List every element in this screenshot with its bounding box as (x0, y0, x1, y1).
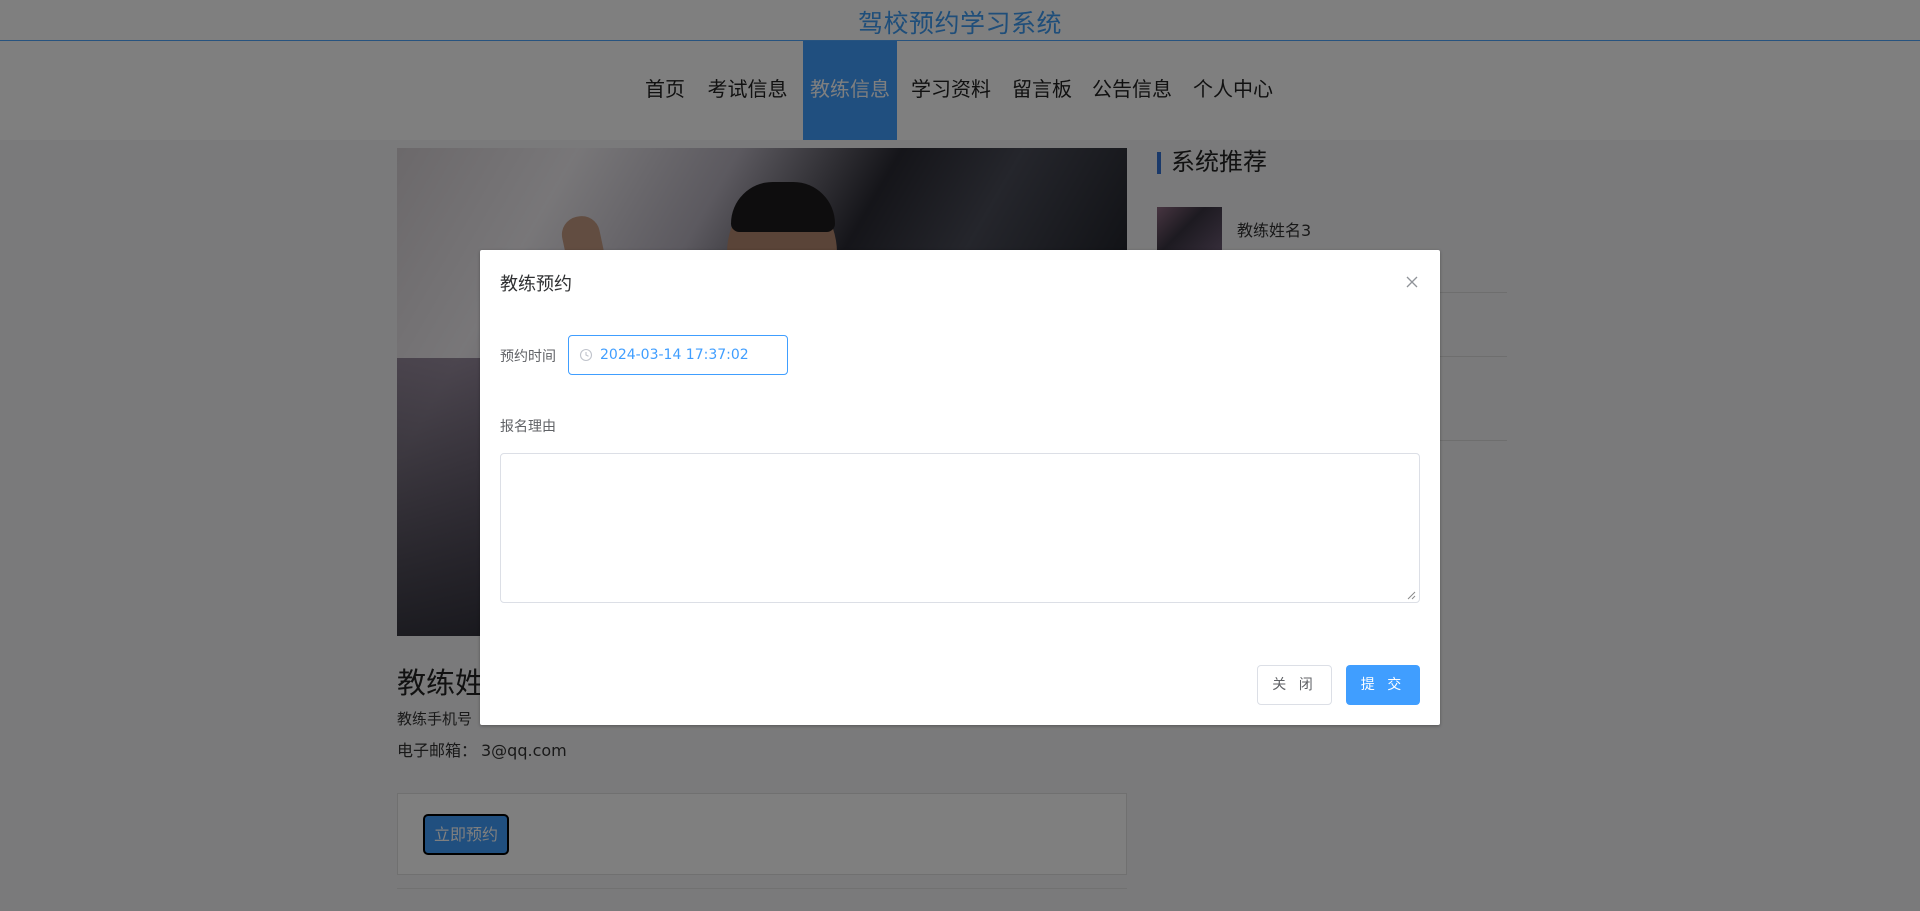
resize-handle-icon[interactable] (1407, 591, 1416, 600)
dialog-title: 教练预约 (500, 274, 572, 295)
close-icon[interactable] (1404, 274, 1420, 290)
reason-label: 报名理由 (500, 419, 556, 435)
booking-dialog: 教练预约 预约时间 2024-03-14 17:37:02 报名理由 关 闭 提… (480, 250, 1440, 725)
clock-icon (579, 348, 593, 362)
submit-button[interactable]: 提 交 (1346, 665, 1420, 705)
close-button[interactable]: 关 闭 (1257, 665, 1332, 705)
booking-time-value: 2024-03-14 17:37:02 (600, 347, 749, 363)
booking-time-input[interactable]: 2024-03-14 17:37:02 (568, 335, 788, 375)
booking-time-label: 预约时间 (500, 349, 556, 365)
reason-textarea[interactable] (500, 453, 1420, 603)
